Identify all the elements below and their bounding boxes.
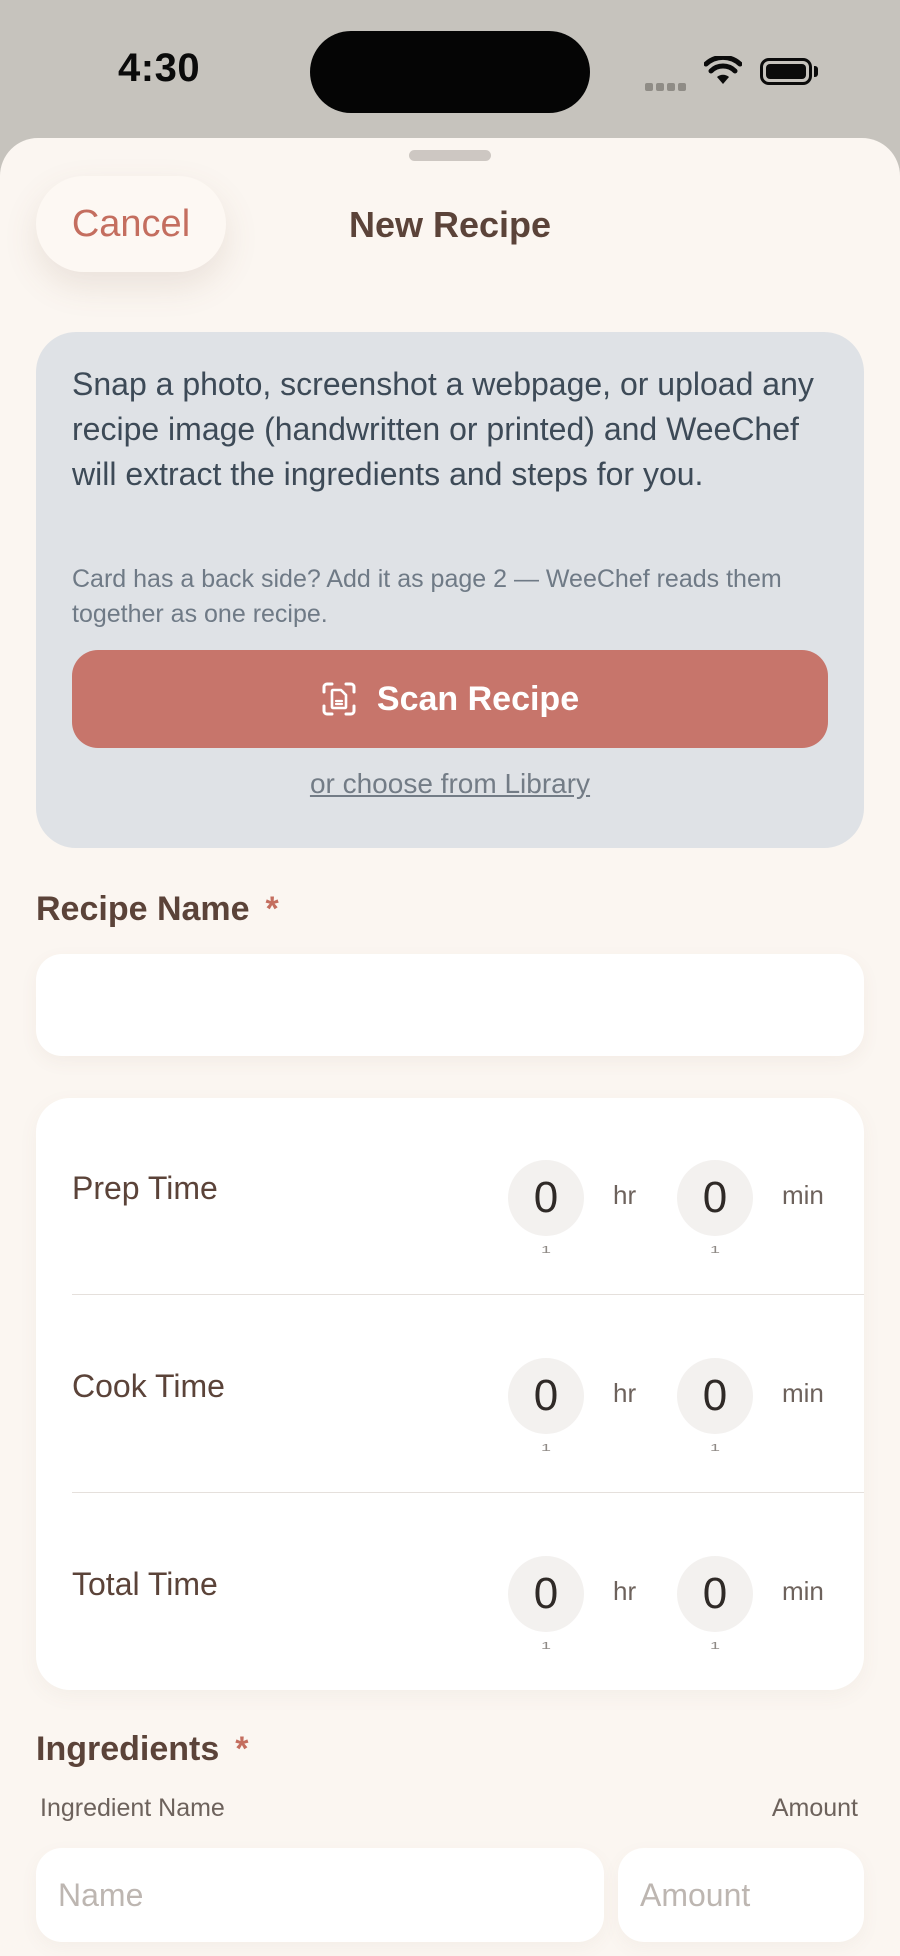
- ingredient-name-header: Ingredient Name: [40, 1794, 225, 1822]
- recipe-name-label-text: Recipe Name: [36, 890, 250, 928]
- recipe-name-input[interactable]: [36, 954, 864, 1056]
- total-minutes-picker[interactable]: 0: [677, 1556, 753, 1632]
- prep-minutes-picker[interactable]: 0: [677, 1160, 753, 1236]
- row-divider: [72, 1492, 864, 1493]
- cook-minutes-next: 1: [709, 1442, 720, 1453]
- prep-time-label: Prep Time: [72, 1170, 218, 1206]
- cook-minutes-picker[interactable]: 0: [677, 1358, 753, 1434]
- scan-note: Card has a back side? Add it as page 2 —…: [72, 565, 782, 628]
- scan-recipe-card: Snap a photo, screenshot a webpage, or u…: [36, 332, 864, 848]
- min-unit-label: min: [782, 1378, 824, 1408]
- prep-hours-next: 1: [540, 1244, 551, 1255]
- cook-hours-picker[interactable]: 0: [508, 1358, 584, 1434]
- cook-time-label: Cook Time: [72, 1368, 225, 1404]
- wifi-icon: [704, 56, 742, 84]
- total-hours-picker[interactable]: 0: [508, 1556, 584, 1632]
- status-bar: 4:30: [0, 0, 900, 140]
- document-scan-icon: [322, 682, 356, 716]
- times-card: Prep Time 0 1 hr 0 1 min Cook Time 0 1 h…: [36, 1098, 864, 1690]
- total-time-label: Total Time: [72, 1566, 218, 1602]
- choose-from-library-link[interactable]: or choose from Library: [36, 768, 864, 800]
- ingredients-label: Ingredients *: [36, 1730, 248, 1769]
- hr-unit-label: hr: [613, 1576, 637, 1606]
- ingredients-label-text: Ingredients: [36, 1730, 220, 1768]
- scan-recipe-button[interactable]: Scan Recipe: [72, 650, 828, 748]
- total-minutes-next: 1: [709, 1640, 720, 1651]
- ingredient-name-input[interactable]: [36, 1848, 604, 1942]
- sheet-grabber[interactable]: [409, 150, 491, 161]
- prep-time-row: Prep Time 0 1 hr 0 1 min: [36, 1098, 864, 1294]
- ingredient-amount-input[interactable]: [618, 1848, 864, 1942]
- required-marker: *: [235, 1730, 249, 1768]
- prep-minutes-next: 1: [709, 1244, 720, 1255]
- min-unit-label: min: [782, 1180, 824, 1210]
- dynamic-island: [310, 31, 590, 113]
- battery-cap: [814, 66, 818, 77]
- total-time-row: Total Time 0 1 hr 0 1 min: [36, 1494, 864, 1690]
- row-divider: [72, 1294, 864, 1295]
- total-hours-next: 1: [540, 1640, 551, 1651]
- status-time: 4:30: [118, 46, 201, 90]
- hr-unit-label: hr: [613, 1378, 637, 1408]
- scan-description: Snap a photo, screenshot a webpage, or u…: [72, 366, 814, 492]
- required-marker: *: [265, 890, 279, 928]
- new-recipe-sheet: Cancel New Recipe Snap a photo, screensh…: [0, 138, 900, 1956]
- prep-hours-picker[interactable]: 0: [508, 1160, 584, 1236]
- cellular-signal-icon: [645, 78, 689, 96]
- hr-unit-label: hr: [613, 1180, 637, 1210]
- scan-recipe-label: Scan Recipe: [376, 679, 580, 718]
- recipe-name-label: Recipe Name *: [36, 890, 279, 929]
- min-unit-label: min: [782, 1576, 824, 1606]
- cook-hours-next: 1: [540, 1442, 551, 1453]
- page-title: New Recipe: [348, 204, 552, 245]
- cook-time-row: Cook Time 0 1 hr 0 1 min: [36, 1296, 864, 1492]
- amount-header: Amount: [771, 1794, 858, 1822]
- battery-icon: [760, 58, 812, 85]
